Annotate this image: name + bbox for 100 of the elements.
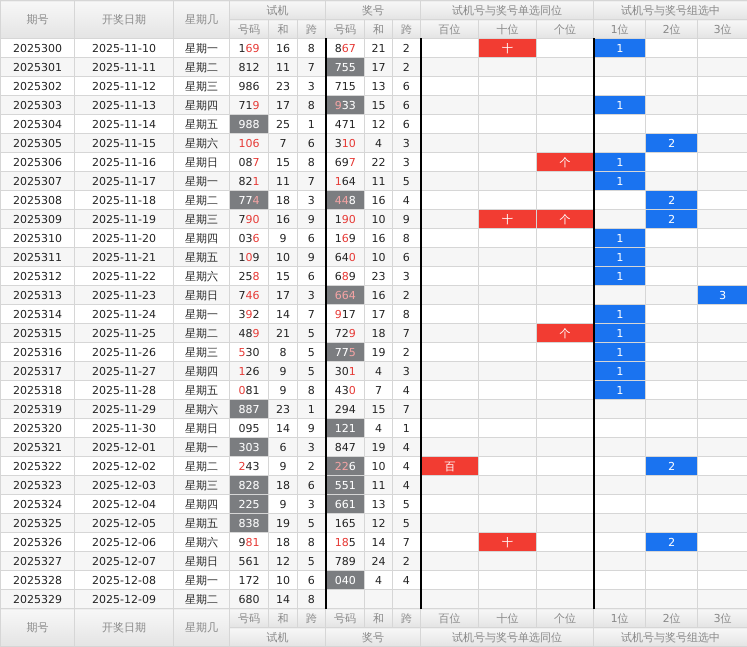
sum-cell: 11 [268,58,298,76]
weekday-cell: 星期一 [174,172,230,190]
column-header: 期号 [0,608,74,646]
issue-cell: 2025307 [0,172,74,190]
sum-cell: 19 [364,438,393,456]
weekday-cell: 星期六 [174,134,230,152]
issue-cell: 2025319 [0,400,74,418]
span-cell: 5 [298,324,326,342]
column-header: 3位 [698,20,747,38]
number-cell: 719 [230,96,268,114]
column-header: 1位 [594,20,646,38]
span-cell: 3 [392,134,421,152]
date-cell: 2025-11-23 [74,286,174,304]
sum-cell: 10 [364,248,393,266]
column-header: 2位 [646,608,698,628]
date-cell: 2025-11-29 [74,400,174,418]
date-cell: 2025-12-07 [74,552,174,570]
span-cell: 5 [298,362,326,380]
number-cell: 661 [326,494,365,514]
span-cell: 7 [392,324,421,342]
position-match-cell: 十 [478,38,537,58]
date-cell: 2025-11-25 [74,324,174,342]
issue-cell: 2025329 [0,590,74,608]
number-cell: 838 [230,514,268,532]
group-match-cell: 1 [594,96,646,114]
span-cell: 5 [392,514,421,532]
group-match-cell: 1 [594,304,646,324]
weekday-cell: 星期五 [174,514,230,532]
column-header: 开奖日期 [74,0,174,38]
span-cell: 3 [298,438,326,456]
span-cell: 4 [392,476,421,494]
number-cell: 988 [230,114,268,134]
weekday-cell: 星期二 [174,590,230,608]
column-header: 星期几 [174,608,230,646]
span-cell: 9 [392,210,421,228]
span-cell: 8 [298,96,326,114]
number-cell: 040 [326,570,365,590]
span-cell: 6 [392,248,421,266]
group-match-cell: 1 [594,324,646,342]
column-group-header: 试机号与奖号单选同位 [420,0,594,20]
number-cell: 729 [326,324,365,342]
span-cell: 4 [392,438,421,456]
sum-cell: 14 [268,590,298,608]
span-cell: 5 [298,552,326,570]
number-cell: 821 [230,172,268,190]
group-match-cell: 2 [646,134,698,152]
number-cell: 226 [326,456,365,476]
group-match-cell: 1 [594,38,646,58]
column-header: 跨 [392,608,421,628]
group-match-cell: 1 [594,228,646,248]
issue-cell: 2025303 [0,96,74,114]
weekday-cell: 星期三 [174,210,230,228]
column-header: 百位 [420,608,479,628]
column-group-header: 奖号 [326,628,421,646]
sum-cell: 6 [268,438,298,456]
date-cell: 2025-12-09 [74,590,174,608]
column-header: 和 [268,608,298,628]
column-header: 个位 [536,20,594,38]
date-cell: 2025-11-15 [74,134,174,152]
span-cell: 7 [298,58,326,76]
position-match-cell: 个 [536,210,594,228]
column-header: 和 [364,20,393,38]
number-cell: 310 [326,134,365,152]
weekday-cell: 星期日 [174,552,230,570]
column-header: 2位 [646,20,698,38]
number-cell: 126 [230,362,268,380]
date-cell: 2025-11-19 [74,210,174,228]
number-cell: 164 [326,172,365,190]
number-cell: 303 [230,438,268,456]
column-header: 十位 [478,20,537,38]
span-cell: 6 [298,134,326,152]
issue-cell: 2025313 [0,286,74,304]
number-cell: 301 [326,362,365,380]
sum-cell: 12 [268,552,298,570]
number-cell: 789 [326,552,365,570]
column-header: 1位 [594,608,646,628]
position-match-cell: 个 [536,324,594,342]
number-cell: 887 [230,400,268,418]
sum-cell: 10 [268,248,298,266]
number-cell: 664 [326,286,365,304]
span-cell: 7 [392,400,421,418]
position-match-cell: 十 [478,210,537,228]
span-cell: 3 [392,362,421,380]
issue-cell: 2025315 [0,324,74,342]
number-cell: 746 [230,286,268,304]
issue-cell: 2025317 [0,362,74,380]
column-header: 号码 [326,20,365,38]
number-cell: 847 [326,438,365,456]
column-header: 号码 [230,20,268,38]
date-cell: 2025-12-01 [74,438,174,456]
position-match-cell: 个 [536,152,594,172]
span-cell: 5 [298,514,326,532]
number-cell: 933 [326,96,365,114]
group-match-cell: 2 [646,532,698,552]
weekday-cell: 星期二 [174,324,230,342]
position-match-cell: 百 [420,456,479,476]
sum-cell: 12 [364,514,393,532]
number-cell: 828 [230,476,268,494]
weekday-cell: 星期五 [174,248,230,266]
group-match-cell: 1 [594,362,646,380]
